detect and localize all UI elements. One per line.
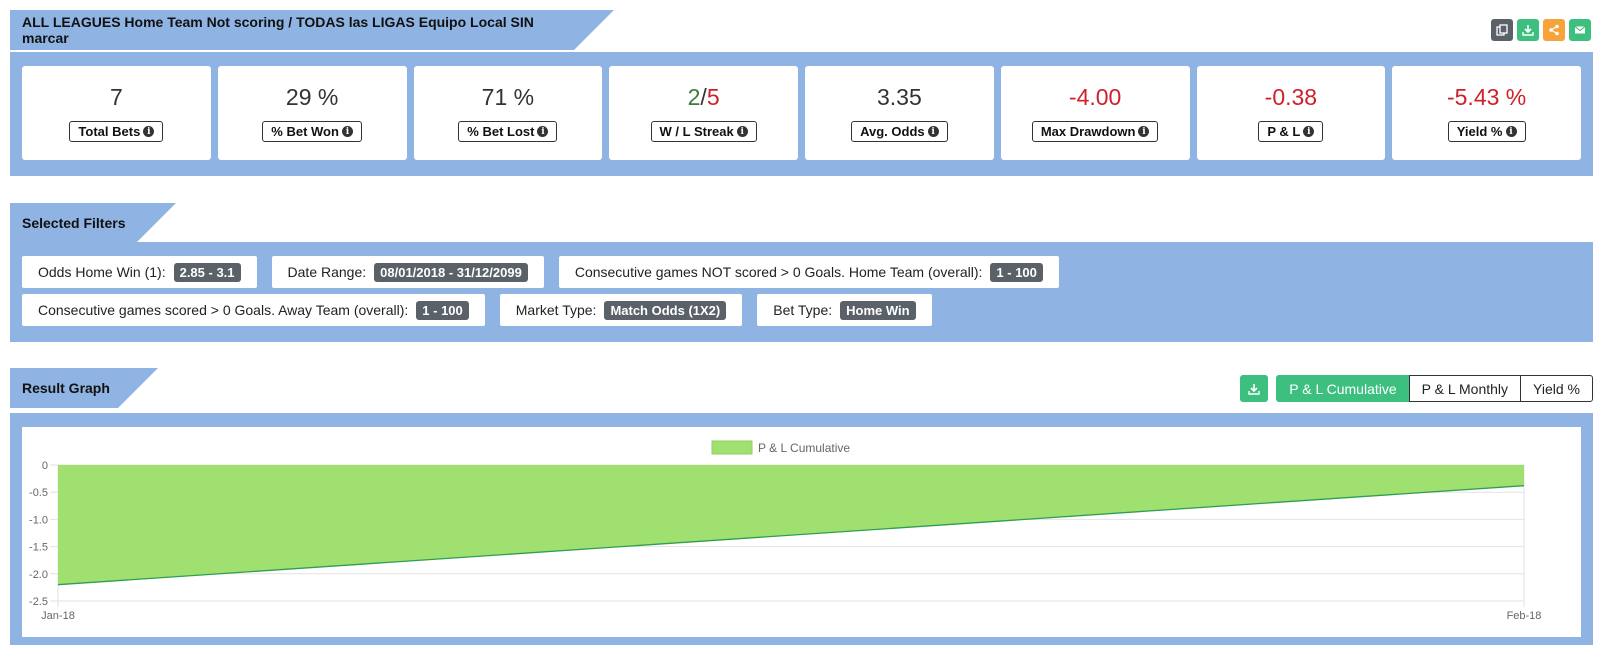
kpi-value: 71 % <box>481 84 535 110</box>
filter-badge: Home Win <box>840 300 916 320</box>
kpi-value: 3.35 <box>876 84 922 110</box>
kpi-value: -0.38 <box>1264 84 1318 110</box>
kpi-value: 7 <box>109 84 123 110</box>
filter-row: Odds Home Win (1): 2.85 - 3.1 Date Range:… <box>22 256 1581 288</box>
streak-win: 2 <box>687 84 701 110</box>
graph-title: Result Graph <box>10 368 158 408</box>
graph-toolbar: P & L Cumulative P & L Monthly Yield % <box>1240 375 1593 402</box>
kpi-yield: -5.43 % Yield % i <box>1392 66 1581 160</box>
download-icon <box>1522 25 1534 36</box>
filter-badge: 2.85 - 3.1 <box>173 262 241 282</box>
info-icon: i <box>736 126 748 137</box>
tab-yield[interactable]: Yield % <box>1520 375 1593 402</box>
kpi-label[interactable]: Yield % i <box>1447 121 1526 142</box>
chart-container: 0 -0.5 -1.0 -1.5 -2.0 -2.5 Jan-18 Feb-18 P & L C… <box>22 427 1581 637</box>
download-button[interactable] <box>1517 19 1539 41</box>
copy-button[interactable] <box>1491 19 1513 41</box>
page: ALL LEAGUES Home Team Not scoring / TODA… <box>0 0 1601 655</box>
y-tick-label: -2.0 <box>29 569 48 581</box>
info-icon: i <box>1303 126 1315 137</box>
graph-tabs: P & L Cumulative P & L Monthly Yield % <box>1276 375 1593 402</box>
filter-badge: 1 - 100 <box>416 300 469 320</box>
page-title: ALL LEAGUES Home Team Not scoring / TODA… <box>10 10 614 50</box>
info-icon: i <box>927 126 939 137</box>
x-tick-label: Feb-18 <box>1507 610 1542 622</box>
tab-pl-monthly[interactable]: P & L Monthly <box>1408 375 1522 402</box>
action-toolbar <box>1491 19 1591 41</box>
streak-loss: 5 <box>706 84 720 110</box>
graph-panel: 0 -0.5 -1.0 -1.5 -2.0 -2.5 Jan-18 Feb-18 P & L C… <box>10 413 1593 645</box>
filter-market-type: Market Type: Match Odds (1X2) <box>499 294 743 326</box>
kpi-label[interactable]: Total Bets i <box>69 121 164 142</box>
mail-button[interactable] <box>1569 19 1591 41</box>
kpi-value: 2/5 <box>688 84 720 111</box>
y-tick-label: 0 <box>42 460 48 472</box>
info-icon: i <box>537 126 549 137</box>
kpi-value: 29 % <box>285 84 339 110</box>
y-tick-label: -1.0 <box>29 514 48 526</box>
filters-panel: Odds Home Win (1): 2.85 - 3.1 Date Range:… <box>10 242 1593 342</box>
info-icon: i <box>341 126 353 137</box>
kpi-value: -4.00 <box>1068 84 1122 110</box>
share-button[interactable] <box>1543 19 1565 41</box>
graph-download-button[interactable] <box>1240 375 1269 402</box>
kpi-total-bets: 7 Total Bets i <box>22 66 211 160</box>
filter-bet-type: Bet Type: Home Win <box>757 294 932 326</box>
legend-label: P & L Cumulative <box>758 441 850 455</box>
filter-home-not-scored: Consecutive games NOT scored > 0 Goals. … <box>558 256 1059 288</box>
y-tick-label: -0.5 <box>29 487 48 499</box>
legend-swatch <box>711 440 753 455</box>
kpi-value: -5.43 % <box>1446 84 1527 110</box>
kpi-wl-streak: 2/5 W / L Streak i <box>609 66 798 160</box>
kpi-label[interactable]: Max Drawdown i <box>1031 121 1159 142</box>
kpi-label[interactable]: W / L Streak i <box>650 121 757 142</box>
kpi-label[interactable]: Avg. Odds i <box>851 121 948 142</box>
kpi-max-drawdown: -4.00 Max Drawdown i <box>1000 66 1190 160</box>
y-tick-label: -1.5 <box>29 542 48 554</box>
kpi-avg-odds: 3.35 Avg. Odds i <box>805 66 994 160</box>
kpi-bet-lost: 71 % % Bet Lost i <box>413 66 603 160</box>
copy-icon <box>1496 24 1508 36</box>
kpi-panel: 7 Total Bets i 29 % % Bet Won i 71 % % Bet… <box>10 52 1593 176</box>
kpi-bet-won: 29 % % Bet Won i <box>217 66 407 160</box>
filter-away-scored: Consecutive games scored > 0 Goals. Away… <box>22 294 485 326</box>
kpi-pl: -0.38 P & Li <box>1196 66 1386 160</box>
download-icon <box>1248 383 1260 395</box>
filter-odds-home-win: Odds Home Win (1): 2.85 - 3.1 <box>22 256 257 288</box>
filter-badge: Match Odds (1X2) <box>604 300 727 320</box>
kpi-label[interactable]: % Bet Lost i <box>458 121 558 142</box>
tab-pl-cumulative[interactable]: P & L Cumulative <box>1276 375 1410 402</box>
info-icon: i <box>143 126 155 137</box>
filter-date-range: Date Range: 08/01/2018 - 31/12/2099 <box>271 256 544 288</box>
filter-badge: 1 - 100 <box>990 262 1043 282</box>
kpi-label[interactable]: % Bet Won i <box>262 121 362 142</box>
filter-row: Consecutive games scored > 0 Goals. Away… <box>22 294 1581 326</box>
mail-icon <box>1574 26 1586 34</box>
filter-badge: 08/01/2018 - 31/12/2099 <box>374 262 528 282</box>
share-icon <box>1549 24 1559 36</box>
kpi-label[interactable]: P & Li <box>1258 121 1324 142</box>
filters-title: Selected Filters <box>10 203 176 243</box>
info-icon: i <box>1138 126 1150 137</box>
x-tick-label: Jan-18 <box>41 610 75 622</box>
info-icon: i <box>1505 126 1517 137</box>
pl-chart: 0 -0.5 -1.0 -1.5 -2.0 -2.5 Jan-18 Feb-18 P & L C… <box>29 440 1542 622</box>
series-area <box>58 465 1524 585</box>
y-tick-label: -2.5 <box>29 596 48 608</box>
